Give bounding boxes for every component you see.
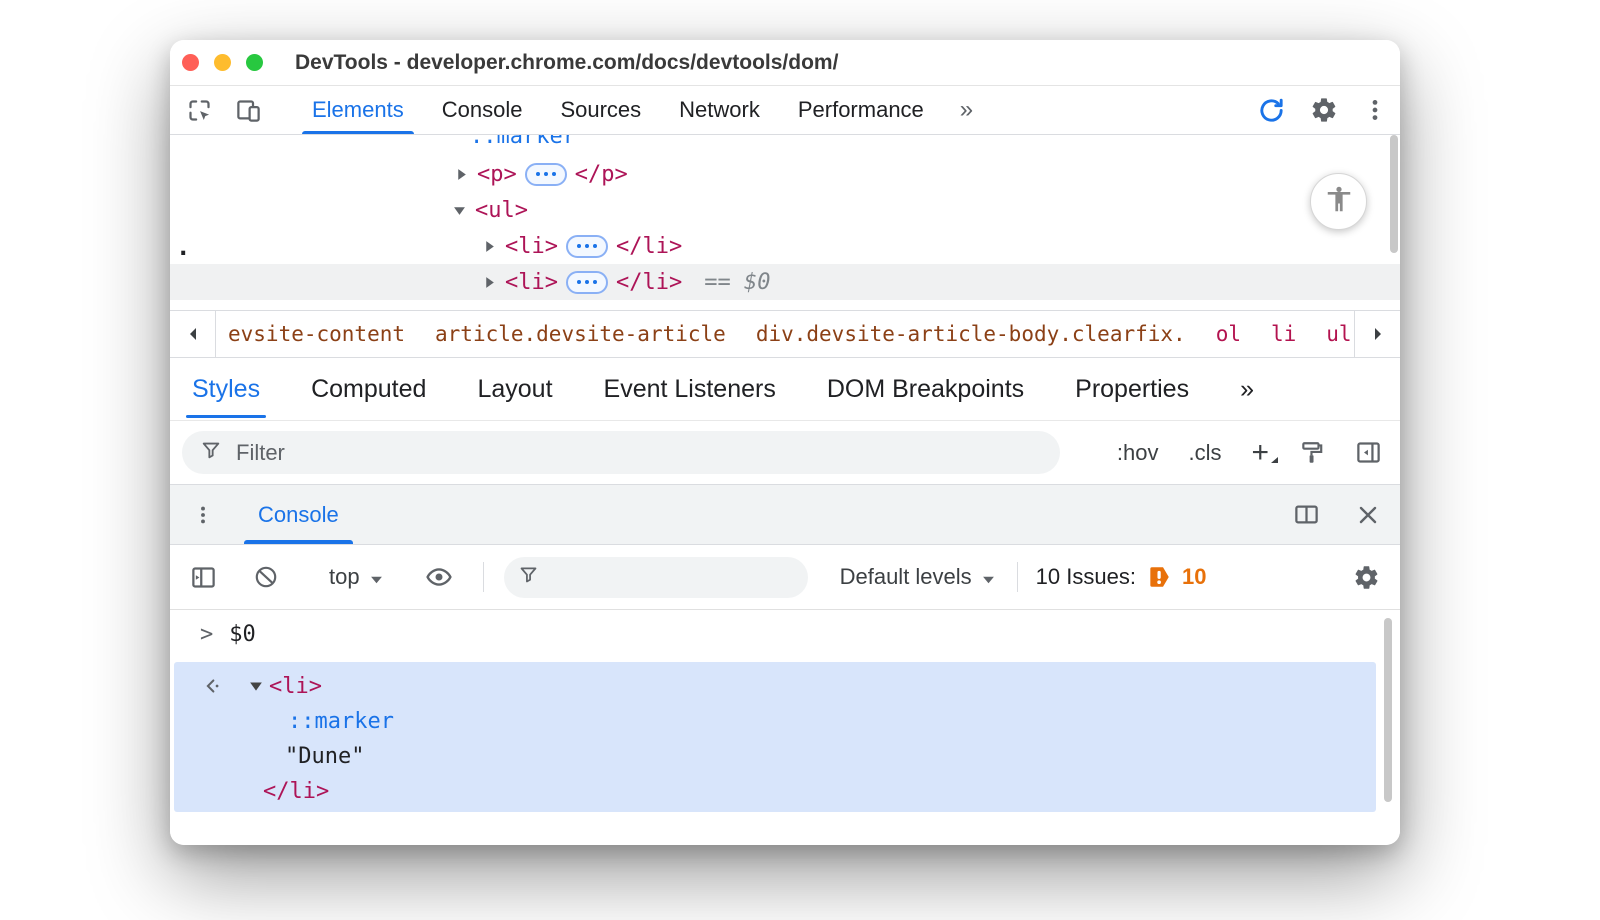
maximize-window-button[interactable] xyxy=(246,54,263,71)
console-result-block[interactable]: <li> ::marker "Dune" </li> xyxy=(174,662,1376,812)
tab-elements[interactable]: Elements xyxy=(302,86,414,134)
close-window-button[interactable] xyxy=(182,54,199,71)
breadcrumb-scroll-right-button[interactable] xyxy=(1354,311,1400,357)
tab-layout[interactable]: Layout xyxy=(475,358,554,420)
minimize-window-button[interactable] xyxy=(214,54,231,71)
console-scrollbar[interactable] xyxy=(1384,618,1392,802)
main-toolbar: Elements Console Sources Network Perform… xyxy=(170,86,1400,135)
inspect-element-icon[interactable] xyxy=(186,97,213,124)
kebab-menu-icon[interactable] xyxy=(1362,97,1388,123)
device-toolbar-icon[interactable] xyxy=(235,97,262,124)
live-expression-eye-icon[interactable] xyxy=(425,563,453,591)
console-settings-gear-icon[interactable] xyxy=(1353,564,1380,591)
breadcrumb-item[interactable]: li xyxy=(1271,322,1296,346)
issues-counter[interactable]: 10 Issues: 10 xyxy=(1036,564,1207,590)
console-drawer-header: Console xyxy=(170,485,1400,545)
tab-event-listeners[interactable]: Event Listeners xyxy=(602,358,778,420)
tab-console[interactable]: Console xyxy=(432,86,533,134)
dom-row-ul[interactable]: <ul> xyxy=(453,192,528,228)
disclosure-down-icon[interactable] xyxy=(453,204,466,217)
styles-tab-bar: Styles Computed Layout Event Listeners D… xyxy=(170,358,1400,420)
filter-funnel-icon xyxy=(200,439,222,466)
breadcrumb-item[interactable]: ol xyxy=(1216,322,1241,346)
dom-row-p[interactable]: <p> </p> xyxy=(455,156,628,192)
breadcrumb-item[interactable]: ul xyxy=(1326,322,1351,346)
console-sidebar-icon[interactable] xyxy=(190,564,217,591)
split-panel-icon[interactable] xyxy=(1293,501,1320,528)
styles-filter-input[interactable] xyxy=(236,440,1042,466)
new-style-rule-button[interactable]: + xyxy=(1251,438,1269,468)
dropdown-caret-icon xyxy=(1269,440,1279,470)
panel-tabs: Elements Console Sources Network Perform… xyxy=(302,86,981,134)
devtools-window: DevTools - developer.chrome.com/docs/dev… xyxy=(170,40,1400,845)
breadcrumb-item[interactable]: div.devsite-article-body.clearfix. xyxy=(756,322,1186,346)
breadcrumb: evsite-content article.devsite-article d… xyxy=(216,319,1354,349)
dropdown-caret-icon xyxy=(370,564,383,590)
settings-gear-icon[interactable] xyxy=(1310,96,1338,124)
console-filter-input[interactable] xyxy=(551,566,794,589)
tab-computed[interactable]: Computed xyxy=(309,358,428,420)
dropdown-caret-icon xyxy=(982,564,995,590)
context-selector[interactable]: top xyxy=(329,564,383,590)
disclosure-down-icon[interactable] xyxy=(249,679,263,693)
breadcrumb-item[interactable]: evsite-content xyxy=(228,322,405,346)
returned-value-arrow-icon xyxy=(201,675,223,697)
traffic-lights xyxy=(182,54,263,71)
tab-sources[interactable]: Sources xyxy=(550,86,651,134)
toggle-class-button[interactable]: .cls xyxy=(1188,440,1221,466)
more-panels-button[interactable]: » xyxy=(952,86,981,134)
console-eager-eval-row[interactable]: > $0 xyxy=(200,622,256,647)
result-open-tag: <li> xyxy=(269,674,322,699)
drawer-tab-console[interactable]: Console xyxy=(258,485,339,544)
tab-styles[interactable]: Styles xyxy=(190,358,262,420)
console-toolbar: top Default levels 10 Issues: 10 xyxy=(170,545,1400,610)
tab-performance[interactable]: Performance xyxy=(788,86,934,134)
clear-console-icon[interactable] xyxy=(253,564,279,590)
toggle-sidebar-icon[interactable] xyxy=(1355,439,1382,466)
tab-dom-breakpoints[interactable]: DOM Breakpoints xyxy=(825,358,1026,420)
accessibility-person-icon xyxy=(1324,184,1354,219)
result-marker-pseudo[interactable]: ::marker xyxy=(288,709,394,734)
sync-extension-icon[interactable] xyxy=(1257,96,1286,125)
console-output: > $0 <li> ::marker "Dune" </li> xyxy=(170,610,1400,845)
log-levels-selector[interactable]: Default levels xyxy=(840,564,995,590)
gutter-text-dot: . xyxy=(176,233,190,261)
prompt-chevron: > xyxy=(200,622,213,647)
dom-tree-scrollbar[interactable] xyxy=(1390,135,1398,253)
drawer-kebab-menu-icon[interactable] xyxy=(192,504,214,526)
filter-funnel-icon xyxy=(518,564,539,590)
expand-ellipsis-icon[interactable] xyxy=(566,235,608,258)
toggle-hover-state-button[interactable]: :hov xyxy=(1117,440,1159,466)
window-title: DevTools - developer.chrome.com/docs/dev… xyxy=(295,51,838,75)
paint-format-icon[interactable] xyxy=(1299,440,1325,466)
expand-ellipsis-icon[interactable] xyxy=(525,163,567,186)
disclosure-right-icon[interactable] xyxy=(455,168,468,181)
close-drawer-icon[interactable] xyxy=(1356,503,1380,527)
disclosure-right-icon[interactable] xyxy=(483,240,496,253)
titlebar: DevTools - developer.chrome.com/docs/dev… xyxy=(170,40,1400,86)
breadcrumb-scroll-left-button[interactable] xyxy=(170,311,216,357)
dom-tree-panel: ::marker . ... <p> </p> <ul> <li> xyxy=(170,135,1400,310)
result-text-node: "Dune" xyxy=(285,744,364,769)
breadcrumb-item[interactable]: article.devsite-article xyxy=(435,322,726,346)
accessibility-overlay-button[interactable] xyxy=(1310,173,1367,230)
console-filter-field[interactable] xyxy=(504,557,808,598)
tab-properties[interactable]: Properties xyxy=(1073,358,1191,420)
dom-row-li-1[interactable]: <li> </li> xyxy=(483,228,682,264)
prompt-expression: $0 xyxy=(229,622,256,647)
styles-filter-field[interactable] xyxy=(182,431,1060,474)
tab-network[interactable]: Network xyxy=(669,86,770,134)
breadcrumb-bar: evsite-content article.devsite-article d… xyxy=(170,310,1400,358)
disclosure-right-icon[interactable] xyxy=(483,276,496,289)
dom-node-marker-clipped[interactable]: ::marker xyxy=(470,135,576,155)
dollar-zero-annotation: == $0 xyxy=(704,270,770,295)
styles-filter-bar: :hov .cls + xyxy=(170,420,1400,485)
more-style-tabs-button[interactable]: » xyxy=(1238,358,1256,420)
issue-badge-icon xyxy=(1146,564,1172,590)
dom-row-li-selected[interactable]: <li> </li> == $0 xyxy=(170,264,1400,300)
result-close-tag: </li> xyxy=(263,779,329,804)
expand-ellipsis-icon[interactable] xyxy=(566,271,608,294)
